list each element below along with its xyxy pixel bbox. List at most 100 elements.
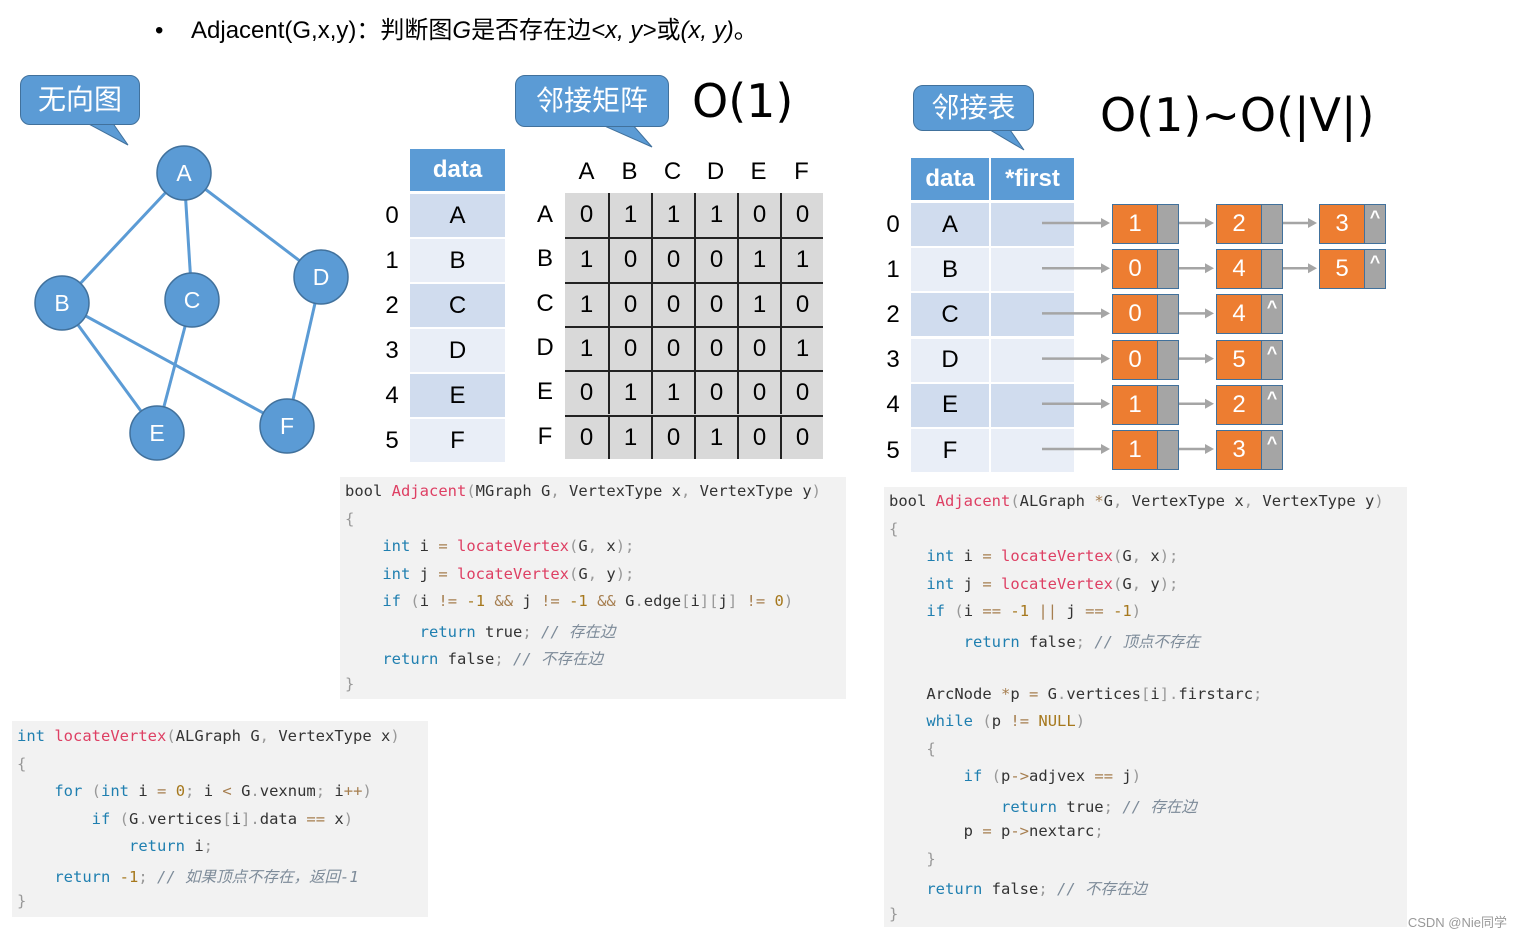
matrix-cell: 0 bbox=[737, 325, 780, 371]
list-vertex-cell: A bbox=[911, 203, 989, 246]
list-arc-node: 0 bbox=[1112, 249, 1179, 290]
matrix-cell: 1 bbox=[737, 281, 780, 326]
arc-node-pointer: ^ bbox=[1262, 295, 1282, 334]
list-arc-node: 1 bbox=[1112, 430, 1179, 470]
matrix-col-label: A bbox=[578, 158, 595, 185]
code-line: p = p->nextarc; bbox=[889, 822, 1104, 840]
matrix-cell: 1 bbox=[651, 193, 694, 238]
arc-node-value: 0 bbox=[1113, 250, 1158, 289]
list-arc-node: 2 bbox=[1216, 204, 1283, 244]
list-arc-node: 1 bbox=[1112, 204, 1179, 244]
code-line: return false; // 不存在边 bbox=[926, 880, 1148, 898]
matrix-cell: 0 bbox=[608, 237, 651, 282]
matrix-col-label: C bbox=[663, 158, 682, 185]
arc-node-pointer bbox=[1158, 295, 1178, 334]
arrow-head-icon bbox=[1101, 218, 1110, 228]
list-first-pointer-cell bbox=[991, 248, 1074, 292]
list-vertex-cell: B bbox=[911, 248, 989, 292]
code-line: if (i == -1 || j == -1) bbox=[926, 602, 1142, 620]
graph-node-label: A bbox=[176, 160, 192, 186]
matrix-vertex-cell: D bbox=[410, 329, 505, 372]
adjacency-matrix: 011100100011100010100001011000010100 bbox=[565, 193, 823, 459]
matrix-vertex-cell: F bbox=[410, 419, 505, 462]
matrix-cell: 1 bbox=[780, 325, 823, 371]
list-row-index: 5 bbox=[886, 436, 900, 464]
arc-node-value: 4 bbox=[1217, 295, 1262, 334]
matrix-cell: 1 bbox=[694, 193, 737, 238]
code-line: bool Adjacent(ALGraph *G, VertexType x, … bbox=[889, 492, 1384, 510]
matrix-cell: 1 bbox=[565, 325, 608, 370]
arc-node-value: 1 bbox=[1113, 205, 1158, 243]
list-row-index: 1 bbox=[886, 255, 900, 283]
arc-node-pointer bbox=[1262, 250, 1282, 289]
arc-node-value: 0 bbox=[1113, 295, 1158, 334]
matrix-cell: 0 bbox=[694, 325, 737, 371]
graph-node-label: D bbox=[313, 264, 330, 290]
matrix-cell: 0 bbox=[651, 414, 694, 459]
matrix-cell: 0 bbox=[694, 237, 737, 282]
matrix-cell: 0 bbox=[608, 325, 651, 371]
list-arc-node: 5 ^ bbox=[1319, 249, 1386, 290]
graph-node-label: F bbox=[280, 413, 294, 439]
code-line: return true; // 存在边 bbox=[1000, 797, 1197, 816]
arrow-head-icon bbox=[1205, 218, 1214, 228]
matrix-row-index: 2 bbox=[385, 291, 399, 319]
code-line: int i = locateVertex(G, x); bbox=[926, 547, 1179, 565]
matrix-row-index: 3 bbox=[385, 336, 399, 364]
matrix-row-index: 4 bbox=[385, 381, 399, 409]
matrix-vertex-cell: C bbox=[410, 284, 505, 327]
arc-node-pointer bbox=[1158, 340, 1178, 379]
matrix-row-index: 1 bbox=[385, 246, 399, 274]
matrix-cell: 1 bbox=[651, 370, 694, 415]
arc-node-pointer bbox=[1262, 205, 1282, 243]
list-row-index: 0 bbox=[886, 210, 900, 238]
matrix-cell: 1 bbox=[780, 237, 823, 282]
arrow-head-icon bbox=[1308, 263, 1317, 274]
matrix-col-label: D bbox=[706, 158, 725, 185]
matrix-vertex-cell: E bbox=[410, 374, 505, 417]
matrix-cell: 0 bbox=[737, 193, 780, 238]
list-first-pointer-cell bbox=[991, 203, 1074, 246]
matrix-cell: 0 bbox=[579, 201, 594, 229]
code-line: } bbox=[17, 892, 27, 910]
matrix-cell: 0 bbox=[651, 281, 694, 326]
matrix-cell: 1 bbox=[737, 237, 780, 282]
code-line: { bbox=[889, 519, 899, 538]
matrix-row-label: E bbox=[536, 378, 553, 406]
matrix-cell: 0 bbox=[608, 281, 651, 326]
arc-node-value: 3 bbox=[1217, 431, 1262, 469]
arc-node-pointer bbox=[1158, 250, 1178, 289]
matrix-cell: 0 bbox=[780, 414, 823, 459]
list-first-header: *first bbox=[991, 158, 1074, 200]
matrix-cell: 0 bbox=[737, 370, 780, 415]
code-line: if (i != -1 && j != -1 && G.edge[i][j] !… bbox=[382, 592, 794, 610]
matrix-cell: 0 bbox=[651, 237, 694, 282]
arrow-head-icon bbox=[1205, 353, 1214, 364]
arrow-head-icon bbox=[1101, 308, 1110, 319]
matrix-cell: 0 bbox=[737, 414, 780, 459]
matrix-cell: 1 bbox=[608, 370, 651, 415]
code-line: int j = locateVertex(G, y); bbox=[926, 574, 1179, 593]
arc-node-pointer: ^ bbox=[1262, 385, 1282, 424]
callout-tail-matrix bbox=[599, 123, 653, 148]
list-row-index: 4 bbox=[886, 391, 900, 419]
matrix-cell: 0 bbox=[780, 281, 823, 326]
arrow-head-icon bbox=[1101, 263, 1110, 274]
matrix-cell: 0 bbox=[565, 414, 608, 459]
list-arc-node: 0 bbox=[1112, 294, 1179, 335]
graph-node-label: E bbox=[149, 420, 164, 446]
list-arc-node: 4 ^ bbox=[1216, 294, 1283, 335]
matrix-row-label: D bbox=[536, 334, 554, 362]
graph-node-label: C bbox=[184, 287, 201, 313]
list-vertex-cell: D bbox=[911, 338, 989, 382]
arc-node-value: 0 bbox=[1113, 340, 1158, 379]
code-line: for (int i = 0; i < G.vexnum; i++) bbox=[54, 782, 372, 800]
list-first-pointer-cell bbox=[991, 383, 1074, 427]
matrix-cell: 0 bbox=[565, 370, 608, 414]
code-line: int i = locateVertex(G, x); bbox=[382, 537, 635, 555]
list-first-pointer-cell bbox=[991, 338, 1074, 382]
code-line: { bbox=[17, 754, 27, 773]
code-line: return false; // 不存在边 bbox=[382, 650, 604, 668]
code-line: int locateVertex(ALGraph G, VertexType x… bbox=[17, 727, 400, 745]
list-arc-node: 0 bbox=[1112, 339, 1179, 380]
